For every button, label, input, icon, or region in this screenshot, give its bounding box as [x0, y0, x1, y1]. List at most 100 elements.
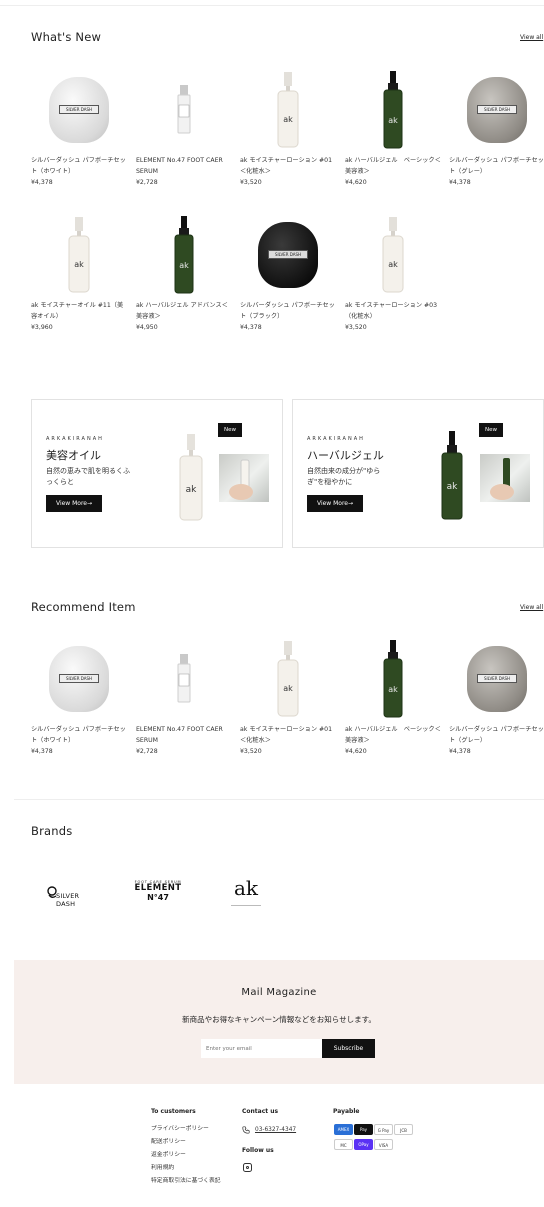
product-card[interactable]: SILVER DASH シルバーダッシュ パフボーチセット（ブラック） ¥4,378	[240, 210, 336, 331]
product-name[interactable]: ak モイスチャーローション #01＜化粧水＞	[240, 724, 336, 746]
brand-logo-ak[interactable]: ak	[226, 876, 266, 910]
svg-text:ak: ak	[388, 685, 398, 694]
product-image[interactable]: SILVER DASH	[31, 65, 127, 155]
product-card[interactable]: SILVER DASH シルバーダッシュ パフボーチセット（グレー） ¥4,378	[449, 634, 544, 755]
oil-bottle-image: ak	[179, 434, 203, 521]
product-card[interactable]: ak ak モイスチャーローション #01＜化粧水＞ ¥3,520	[240, 634, 336, 755]
product-name[interactable]: ak モイスチャーローション #01＜化粧水＞	[240, 155, 336, 177]
product-card[interactable]: ak ak ハーバルジェル アドバンス＜美容液＞ ¥4,950	[136, 210, 232, 331]
product-price: ¥2,728	[136, 179, 158, 186]
product-image[interactable]: ak	[345, 210, 441, 300]
section-divider	[14, 799, 544, 800]
green-bottle-image: ak	[383, 640, 403, 718]
product-image[interactable]: ak	[240, 65, 336, 155]
subscribe-button[interactable]: Subscribe	[322, 1039, 375, 1058]
product-name[interactable]: シルバーダッシュ パフボーチセット（ホワイト）	[31, 155, 127, 177]
banner-lifestyle-photo	[480, 454, 530, 502]
product-name[interactable]: ELEMENT No.47 FOOT CAER SERUM	[136, 155, 232, 177]
product-card[interactable]: ak ak ハーバルジェル ベーシック＜美容液＞ ¥4,620	[345, 634, 441, 755]
product-image[interactable]	[136, 634, 232, 724]
banner-herbal-gel[interactable]: ARKAKIRANAH ハーバルジェル 自然由来の成分が"ゆらぎ"を穏やかに V…	[292, 399, 544, 548]
product-card[interactable]: ak ak モイスチャーオイル #11（美容オイル） ¥3,960	[31, 210, 127, 331]
product-name[interactable]: シルバーダッシュ パフボーチセット（ブラック）	[240, 300, 336, 322]
product-image[interactable]: SILVER DASH	[449, 634, 544, 724]
product-price: ¥4,378	[31, 748, 53, 755]
footer-link[interactable]: 利用規約	[151, 1162, 221, 1175]
phone-link[interactable]: 03-6327-4347	[242, 1126, 296, 1134]
brand-logo-number: N°47	[147, 893, 169, 902]
serum-bottle-image	[177, 85, 191, 134]
brands-title: Brands	[31, 824, 73, 838]
product-image[interactable]: ak	[31, 210, 127, 300]
view-more-button[interactable]: View More→	[307, 495, 363, 512]
product-image[interactable]: ak	[345, 65, 441, 155]
svg-text:ak: ak	[179, 261, 189, 270]
product-price: ¥4,950	[136, 324, 158, 331]
brand-logo-silver-dash[interactable]: SILVER DASH	[46, 882, 98, 908]
herbal-gel-bottle-image: ak	[441, 431, 463, 520]
product-price: ¥3,960	[31, 324, 53, 331]
product-price: ¥4,378	[31, 179, 53, 186]
product-image[interactable]	[136, 65, 232, 155]
phone-number: 03-6327-4347	[255, 1127, 297, 1133]
product-image[interactable]: ak	[240, 634, 336, 724]
product-image[interactable]: SILVER DASH	[240, 210, 336, 300]
view-more-button[interactable]: View More→	[46, 495, 102, 512]
product-name[interactable]: シルバーダッシュ パフボーチセット（グレー）	[449, 155, 544, 177]
pouch-image: SILVER DASH	[467, 646, 527, 712]
banner-title: ハーバルジェル	[307, 449, 384, 462]
banner-title: 美容オイル	[46, 449, 101, 462]
top-divider	[0, 5, 544, 6]
footer-follow-title: Follow us	[242, 1147, 274, 1154]
payment-method-icon: Pay	[354, 1124, 373, 1135]
footer-link[interactable]: 特定商取引法に基づく表記	[151, 1175, 221, 1188]
banner-beauty-oil[interactable]: ARKAKIRANAH 美容オイル 自然の恵みで肌を明るくふっくらと View …	[31, 399, 283, 548]
whats-new-view-all-link[interactable]: View all	[520, 34, 543, 41]
product-card[interactable]: ELEMENT No.47 FOOT CAER SERUM ¥2,728	[136, 65, 232, 186]
serum-bottle-image	[177, 654, 191, 703]
mail-magazine-section: Mail Magazine 新商品やお得なキャンペーン情報などをお知らせします。…	[14, 960, 544, 1084]
product-price: ¥4,378	[240, 324, 262, 331]
svg-text:ak: ak	[186, 485, 198, 495]
product-card[interactable]: SILVER DASH シルバーダッシュ パフボーチセット（グレー） ¥4,378	[449, 65, 544, 186]
email-input[interactable]	[201, 1039, 322, 1058]
brand-logo-text: SILVER DASH	[56, 892, 80, 908]
product-name[interactable]: ak ハーバルジェル アドバンス＜美容液＞	[136, 300, 232, 322]
svg-text:ak: ak	[447, 482, 459, 492]
product-name[interactable]: ak モイスチャーローション #03（化粧水）	[345, 300, 441, 322]
product-card[interactable]: ak ak モイスチャーローション #03（化粧水） ¥3,520	[345, 210, 441, 331]
product-name[interactable]: ak ハーバルジェル ベーシック＜美容液＞	[345, 155, 441, 177]
brand-logo-element[interactable]: FOOT CARE SERUM ELEMENT N°47	[131, 880, 185, 908]
pouch-image: SILVER DASH	[258, 222, 318, 288]
product-name[interactable]: シルバーダッシュ パフボーチセット（ホワイト）	[31, 724, 127, 746]
product-card[interactable]: ak ak ハーバルジェル ベーシック＜美容液＞ ¥4,620	[345, 65, 441, 186]
product-image[interactable]: ak	[345, 634, 441, 724]
footer-link[interactable]: 配送ポリシー	[151, 1136, 221, 1149]
product-price: ¥4,620	[345, 748, 367, 755]
product-image[interactable]: ak	[136, 210, 232, 300]
svg-text:ak: ak	[388, 116, 398, 125]
product-card[interactable]: ak ak モイスチャーローション #01＜化粧水＞ ¥3,520	[240, 65, 336, 186]
footer-link[interactable]: プライバシーポリシー	[151, 1123, 221, 1136]
product-card[interactable]: SILVER DASH シルバーダッシュ パフボーチセット（ホワイト） ¥4,378	[31, 634, 127, 755]
footer-link[interactable]: 返金ポリシー	[151, 1149, 221, 1162]
instagram-icon[interactable]	[243, 1163, 252, 1172]
new-badge: New	[479, 423, 503, 437]
product-name[interactable]: ELEMENT No.47 FOOT CAER SERUM	[136, 724, 232, 746]
mail-magazine-description: 新商品やお得なキャンペーン情報などをお知らせします。	[182, 1015, 376, 1024]
payment-method-icon: G Pay	[374, 1124, 393, 1135]
new-badge: New	[218, 423, 242, 437]
phone-icon	[242, 1126, 250, 1134]
white-bottle-image: ak	[277, 641, 299, 717]
product-name[interactable]: シルバーダッシュ パフボーチセット（グレー）	[449, 724, 544, 746]
product-card[interactable]: ELEMENT No.47 FOOT CAER SERUM ¥2,728	[136, 634, 232, 755]
payment-method-icon: MC	[334, 1139, 353, 1150]
recommend-view-all-link[interactable]: View all	[520, 604, 543, 611]
product-name[interactable]: ak モイスチャーオイル #11（美容オイル）	[31, 300, 127, 322]
footer-contact-title: Contact us	[242, 1108, 279, 1115]
product-image[interactable]: SILVER DASH	[31, 634, 127, 724]
banner-description: 自然由来の成分が"ゆらぎ"を穏やかに	[307, 467, 381, 486]
product-name[interactable]: ak ハーバルジェル ベーシック＜美容液＞	[345, 724, 441, 746]
product-card[interactable]: SILVER DASH シルバーダッシュ パフボーチセット（ホワイト） ¥4,378	[31, 65, 127, 186]
product-image[interactable]: SILVER DASH	[449, 65, 544, 155]
